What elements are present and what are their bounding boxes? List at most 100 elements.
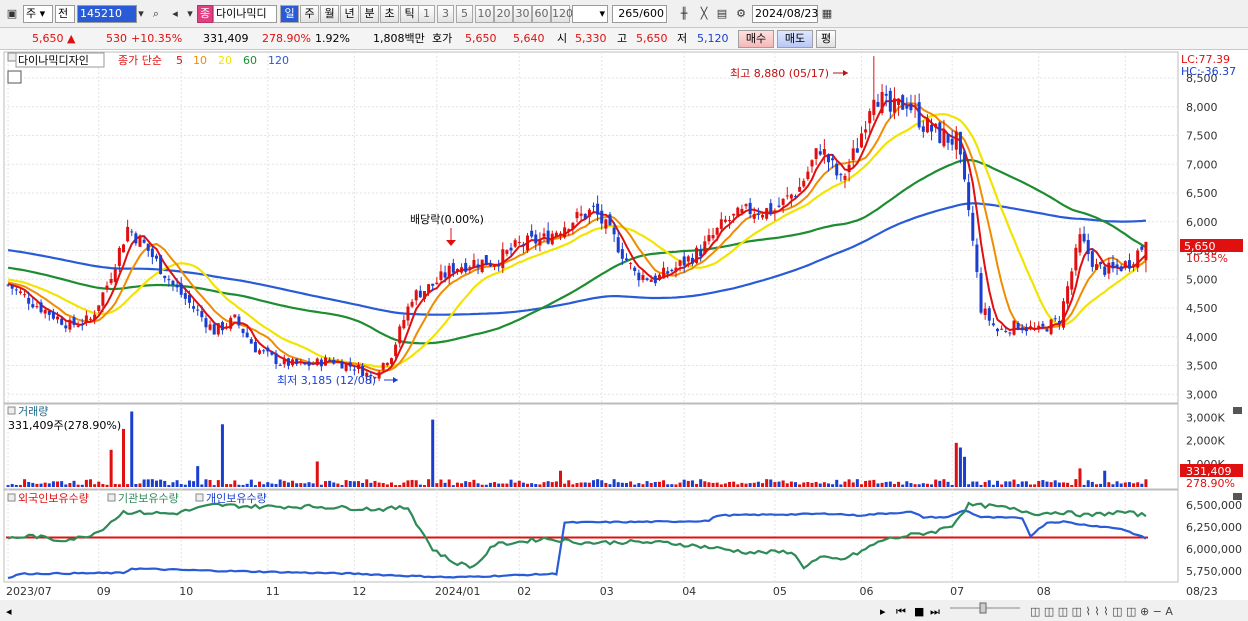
candle-body bbox=[674, 267, 678, 272]
volume-bar bbox=[72, 480, 76, 487]
interval-tab-60[interactable]: 60 bbox=[532, 5, 551, 23]
tool-icons[interactable]: ◫ ◫ ◫ ◫ ⌇ ⌇ ⌇ ◫ ◫ ⊕ − A bbox=[1030, 605, 1173, 618]
volume-close-icon[interactable] bbox=[1233, 407, 1242, 414]
buy-button[interactable]: 매수 bbox=[738, 30, 774, 48]
candle-body bbox=[715, 227, 719, 235]
chart-select[interactable]: ▾ bbox=[572, 5, 608, 23]
scroll-right-icon[interactable]: ▸ bbox=[880, 605, 886, 618]
price-tick: 3,000 bbox=[1186, 388, 1218, 401]
candle-body bbox=[1127, 260, 1131, 269]
first-page-icon[interactable]: ⏮ bbox=[896, 605, 906, 618]
candle-type-icon[interactable]: ╫ bbox=[675, 5, 693, 23]
prev-button[interactable]: 전 bbox=[55, 5, 75, 23]
volume-bar bbox=[76, 484, 80, 487]
period-tab-2[interactable]: 월 bbox=[320, 5, 339, 23]
volume-bar bbox=[171, 482, 175, 487]
candle-body bbox=[818, 151, 822, 155]
candle-body bbox=[348, 362, 352, 367]
candle-body bbox=[278, 364, 282, 366]
candle-body bbox=[761, 214, 765, 218]
search-icon[interactable]: ⌕ bbox=[147, 5, 165, 23]
volume-bar bbox=[324, 481, 328, 487]
count-field[interactable]: 265/600 bbox=[612, 5, 667, 23]
volume-bar bbox=[624, 482, 628, 487]
volume-bar bbox=[344, 480, 348, 487]
candle-body bbox=[554, 232, 558, 237]
candle-body bbox=[212, 324, 216, 335]
period-tab-4[interactable]: 분 bbox=[360, 5, 379, 23]
volume-bar bbox=[348, 480, 352, 487]
candle-body bbox=[344, 363, 348, 371]
candle-body bbox=[233, 314, 237, 318]
volume-bar bbox=[418, 484, 422, 487]
candle-body bbox=[336, 361, 340, 363]
volume-bar bbox=[938, 480, 942, 487]
volume-bar bbox=[703, 481, 707, 487]
period-tab-0[interactable]: 일 bbox=[280, 5, 299, 23]
candle-body bbox=[765, 208, 769, 219]
interval-tab-5[interactable]: 5 bbox=[456, 5, 473, 23]
indiv-menu-icon[interactable] bbox=[195, 493, 204, 502]
volume-menu-icon[interactable] bbox=[7, 406, 16, 415]
inst-menu-icon[interactable] bbox=[107, 493, 116, 502]
volume-bar bbox=[229, 484, 233, 487]
candle-body bbox=[703, 241, 707, 254]
holding-menu-icon[interactable] bbox=[7, 493, 16, 502]
last-page-icon[interactable]: ⏭ bbox=[930, 605, 940, 618]
candle-body bbox=[229, 317, 233, 329]
interval-tab-10[interactable]: 10 bbox=[475, 5, 494, 23]
volume-bar bbox=[641, 484, 645, 487]
interval-tab-120[interactable]: 120 bbox=[551, 5, 573, 23]
period-tab-3[interactable]: 년 bbox=[340, 5, 359, 23]
calc-icon[interactable] bbox=[7, 70, 22, 84]
holding-close-icon[interactable] bbox=[1233, 493, 1242, 500]
period-tab-5[interactable]: 초 bbox=[380, 5, 399, 23]
stop-icon[interactable]: ■ bbox=[914, 605, 924, 618]
interval-tab-30[interactable]: 30 bbox=[513, 5, 532, 23]
volume-bar bbox=[810, 482, 814, 487]
chart-area[interactable]: 8,5008,0007,5007,0006,5006,0005,5005,000… bbox=[0, 50, 1248, 621]
stock-code-input[interactable]: 145210 bbox=[77, 5, 137, 23]
volume-bar bbox=[563, 483, 567, 487]
volume-bar bbox=[736, 484, 740, 487]
stock-name-field[interactable]: 다이나믹디 bbox=[213, 5, 277, 23]
pane-menu-icon[interactable] bbox=[7, 52, 17, 62]
gear-icon[interactable]: ⚙ bbox=[732, 5, 750, 23]
volume-bar bbox=[843, 481, 847, 487]
zoom-slider-thumb[interactable] bbox=[979, 602, 987, 614]
interval-tab-3[interactable]: 3 bbox=[437, 5, 454, 23]
period-select-value: 주 bbox=[26, 7, 37, 20]
volume-bar bbox=[616, 482, 620, 487]
interval-tab-1[interactable]: 1 bbox=[418, 5, 435, 23]
avg-button[interactable]: 평 bbox=[816, 30, 836, 48]
period-tab-6[interactable]: 틱 bbox=[400, 5, 419, 23]
volume-bar bbox=[101, 484, 105, 487]
candle-body bbox=[39, 302, 43, 313]
candle-body bbox=[89, 318, 93, 320]
sell-button[interactable]: 매도 bbox=[777, 30, 813, 48]
candle-body bbox=[670, 269, 674, 272]
volume-bar bbox=[769, 479, 773, 487]
period-select[interactable]: 주 ▾ bbox=[23, 5, 53, 23]
cross-icon[interactable]: ╳ bbox=[695, 5, 713, 23]
window-icon[interactable]: ▣ bbox=[3, 5, 21, 23]
candle-body bbox=[464, 262, 468, 272]
volume-bar bbox=[826, 483, 830, 487]
interval-tab-20[interactable]: 20 bbox=[494, 5, 513, 23]
volume-bar bbox=[154, 480, 158, 487]
volume-bar bbox=[971, 481, 975, 487]
volume-bar bbox=[10, 483, 14, 487]
volume-bar bbox=[216, 480, 220, 487]
scroll-left-icon[interactable]: ◂ bbox=[6, 605, 12, 618]
date-field[interactable]: 2024/08/23 bbox=[752, 5, 818, 23]
candle-body bbox=[814, 148, 818, 159]
candle-body bbox=[1024, 327, 1028, 332]
volume-bar bbox=[1140, 483, 1144, 487]
candle-body bbox=[1041, 323, 1045, 327]
quote-ask1: 5,650 bbox=[465, 32, 497, 45]
candle-body bbox=[1078, 234, 1082, 253]
save-icon[interactable]: ▤ bbox=[713, 5, 731, 23]
candle-body bbox=[225, 326, 229, 328]
calendar-icon[interactable]: ▦ bbox=[818, 5, 836, 23]
period-tab-1[interactable]: 주 bbox=[300, 5, 319, 23]
